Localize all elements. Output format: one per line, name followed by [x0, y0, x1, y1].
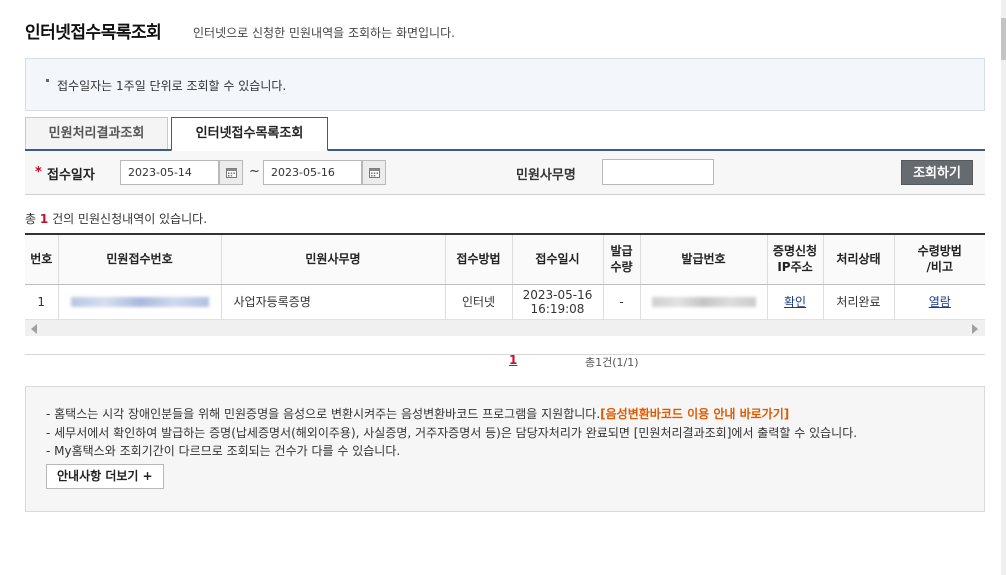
pagination-page-1[interactable]: 1: [509, 353, 517, 367]
service-name-input[interactable]: [602, 159, 714, 185]
col-header: 증명신청 IP주소: [767, 235, 824, 285]
cell-status: 처리완료: [823, 284, 895, 319]
col-header: 처리상태: [823, 235, 895, 285]
col-header: 접수일시: [512, 235, 604, 285]
grid-bottom-border: [25, 336, 985, 355]
search-panel: * 접수일자 2023-05-14 ~ 2023-05-16 민원사무명 조회하…: [25, 151, 985, 195]
more-guide-label: 안내사항 더보기: [57, 469, 139, 483]
result-count-prefix: 총: [25, 212, 37, 226]
guide-line-1-text: - 홈택스는 시각 장애인분들을 위해 민원증명을 음성으로 변환시켜주는 음성…: [46, 407, 601, 421]
start-date-input[interactable]: 2023-05-14: [120, 160, 219, 185]
notice-text: 접수일자는 1주일 단위로 조회할 수 있습니다.: [57, 79, 287, 93]
col-header: 번호: [25, 235, 59, 285]
ip-confirm-link[interactable]: 확인: [784, 295, 806, 309]
arrow-right-icon[interactable]: [972, 324, 978, 334]
result-count: 총 1 건의 민원신청내역이 있습니다.: [25, 210, 207, 227]
guide-line-1: - 홈택스는 시각 장애인분들을 위해 민원증명을 음성으로 변환시켜주는 음성…: [46, 405, 789, 422]
cell-method: 인터넷: [445, 284, 513, 319]
calendar-icon: [226, 168, 237, 178]
cell-service-name: 사업자등록증명: [221, 284, 446, 319]
table-row: 1 사업자등록증명 인터넷 2023-05-16 16:19:08 - 확인 처…: [25, 284, 985, 319]
col-header: 발급번호: [640, 235, 768, 285]
end-date-calendar-button[interactable]: [362, 160, 386, 185]
results-grid: 번호 민원접수번호 민원사무명 접수방법 접수일시 발급 수량 발급번호 증명신…: [25, 233, 985, 355]
cell-quantity: -: [603, 284, 641, 319]
result-count-number: 1: [39, 212, 49, 226]
cell-receipt-number[interactable]: [58, 284, 222, 319]
col-header: 수령방법 /비고: [894, 235, 985, 285]
results-table: 번호 민원접수번호 민원사무명 접수방법 접수일시 발급 수량 발급번호 증명신…: [25, 235, 985, 319]
view-link[interactable]: 열람: [929, 295, 951, 309]
cell-number: 1: [25, 284, 59, 319]
table-header-row: 번호 민원접수번호 민원사무명 접수방법 접수일시 발급 수량 발급번호 증명신…: [25, 235, 985, 285]
cell-datetime: 2023-05-16 16:19:08: [512, 284, 604, 319]
cell-time: 16:19:08: [530, 301, 585, 316]
cell-receive-method[interactable]: 열람: [894, 284, 985, 319]
col-header: 민원접수번호: [58, 235, 222, 285]
bullet-icon: [46, 79, 49, 82]
vertical-scrollbar[interactable]: [1001, 0, 1006, 575]
page-title: 인터넷접수목록조회: [25, 23, 162, 43]
calendar-icon: [369, 168, 380, 178]
pagination-total: 총1건(1/1): [585, 356, 639, 369]
page-subtitle: 인터넷으로 신청한 민원내역을 조회하는 화면입니다.: [193, 26, 455, 40]
tab-internet-receipt-list[interactable]: 인터넷접수목록조회: [171, 117, 328, 151]
guide-line-3: - My홈택스와 조회기간이 다르므로 조회되는 건수가 다를 수 있습니다.: [46, 444, 401, 458]
cell-issue-number: [640, 284, 768, 319]
result-count-suffix: 건의 민원신청내역이 있습니다.: [52, 212, 208, 226]
end-date-input[interactable]: 2023-05-16: [263, 160, 362, 185]
date-range-separator: ~: [249, 164, 260, 179]
notice-box: 접수일자는 1주일 단위로 조회할 수 있습니다.: [25, 58, 985, 111]
required-mark: *: [35, 165, 42, 180]
search-button[interactable]: 조회하기: [901, 160, 973, 185]
vertical-scrollbar-thumb[interactable]: [1001, 18, 1006, 60]
start-date-calendar-button[interactable]: [219, 160, 243, 185]
cell-ip-confirm[interactable]: 확인: [767, 284, 824, 319]
more-guide-button[interactable]: 안내사항 더보기 +: [46, 464, 164, 489]
redacted-receipt-number[interactable]: [70, 297, 209, 308]
redacted-issue-number: [651, 297, 756, 308]
voice-barcode-guide-link[interactable]: [음성변환바코드 이용 안내 바로가기]: [600, 407, 789, 421]
guide-line-2: - 세무서에서 확인하여 발급하는 증명(납세증명서(해외이주용), 사실증명,…: [46, 426, 858, 440]
arrow-left-icon[interactable]: [31, 324, 37, 334]
plus-icon: +: [142, 469, 153, 483]
col-header: 발급 수량: [603, 235, 641, 285]
col-header: 민원사무명: [221, 235, 446, 285]
tab-processing-result[interactable]: 민원처리결과조회: [25, 117, 168, 150]
service-name-label: 민원사무명: [516, 168, 576, 183]
date-label: 접수일자: [47, 168, 95, 183]
horizontal-scrollbar[interactable]: [25, 319, 985, 336]
guide-box: - 홈택스는 시각 장애인분들을 위해 민원증명을 음성으로 변환시켜주는 음성…: [25, 386, 985, 512]
col-header: 접수방법: [445, 235, 513, 285]
cell-date: 2023-05-16: [522, 287, 593, 302]
